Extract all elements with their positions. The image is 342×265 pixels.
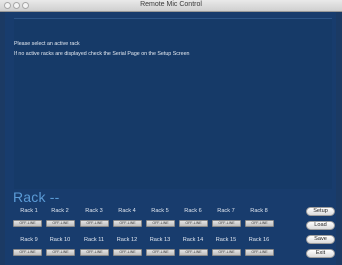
rack-label: Rack 8 [250, 208, 268, 214]
rack-label: Rack 5 [151, 208, 169, 214]
rack-status-button[interactable]: OFF-LINE [80, 220, 109, 227]
rack-label: Rack 4 [118, 208, 136, 214]
rack-label: Rack 13 [149, 237, 171, 243]
rack-label: Rack 11 [83, 237, 105, 243]
rack-status-button[interactable]: OFF-LINE [13, 220, 42, 227]
exit-button[interactable]: Exit [306, 249, 335, 258]
save-button[interactable]: Save [306, 235, 335, 244]
rack-status-button[interactable]: OFF-LINE [212, 249, 241, 256]
load-button[interactable]: Load [306, 221, 335, 230]
app-window: Remote Mic Control Please select an acti… [0, 0, 342, 265]
rack-label: Rack 10 [49, 237, 71, 243]
rack-status-button[interactable]: OFF-LINE [146, 249, 175, 256]
rack-status-button[interactable]: OFF-LINE [46, 249, 75, 256]
main-content [5, 12, 336, 265]
rack-status-button[interactable]: OFF-LINE [113, 220, 142, 227]
rack-status-button[interactable]: OFF-LINE [245, 220, 274, 227]
setup-button[interactable]: Setup [306, 207, 335, 216]
rack-label: Rack 12 [116, 237, 138, 243]
rack-status-button[interactable]: OFF-LINE [245, 249, 274, 256]
rack-label: Rack 16 [248, 237, 270, 243]
rack-status-button[interactable]: OFF-LINE [80, 249, 109, 256]
title-bar: Remote Mic Control [0, 0, 342, 12]
rack-label: Rack 15 [215, 237, 237, 243]
rack-status-button[interactable]: OFF-LINE [46, 220, 75, 227]
rack-label: Rack 14 [182, 237, 204, 243]
rack-status-button[interactable]: OFF-LINE [113, 249, 142, 256]
rack-label: Rack 1 [20, 208, 38, 214]
current-rack-heading: Rack -- [13, 189, 60, 205]
rack-label: Rack 7 [217, 208, 235, 214]
no-racks-hint-message: If no active racks are displayed check t… [14, 51, 190, 57]
rack-label: Rack 6 [184, 208, 202, 214]
rack-label: Rack 9 [20, 237, 38, 243]
rack-status-button[interactable]: OFF-LINE [179, 220, 208, 227]
rack-label: Rack 2 [51, 208, 69, 214]
rack-status-button[interactable]: OFF-LINE [179, 249, 208, 256]
rack-status-button[interactable]: OFF-LINE [13, 249, 42, 256]
select-rack-message: Please select an active rack [14, 41, 80, 47]
rack-status-button[interactable]: OFF-LINE [146, 220, 175, 227]
rack-status-button[interactable]: OFF-LINE [212, 220, 241, 227]
window-title: Remote Mic Control [140, 1, 202, 8]
rack-label: Rack 3 [85, 208, 103, 214]
